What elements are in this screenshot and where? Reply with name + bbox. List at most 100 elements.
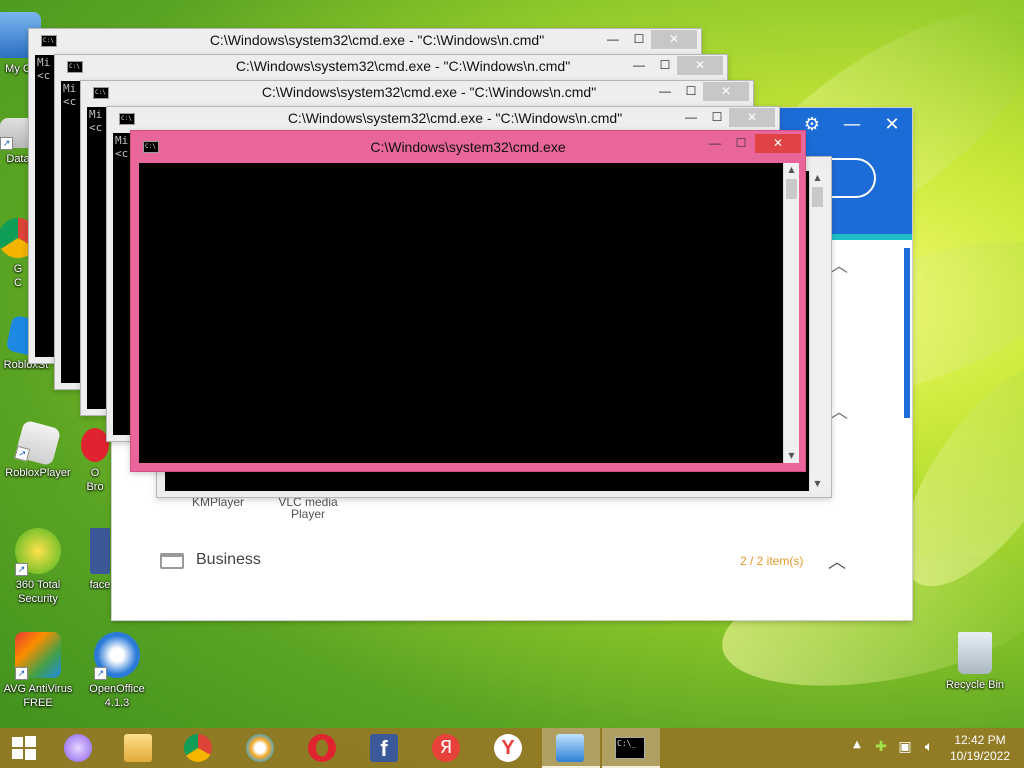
facebook-icon: f — [370, 734, 398, 762]
taskbar-chrome[interactable] — [172, 728, 224, 768]
yandex-browser-icon: Я — [432, 734, 460, 762]
taskbar: f Я Y C:\_ ▲ ✚ ▣ 🔈︎ 12:42 PM 10/19/2022 — [0, 728, 1024, 768]
desktop-icon-roblox-player[interactable]: ↗ RobloxPlayer — [0, 419, 78, 480]
chevron-up-icon[interactable]: ︿ — [830, 398, 848, 424]
desktop-icon-label: AVG AntiVirus FREE — [3, 683, 73, 709]
cmd-scrollbar[interactable]: ▲ ▼ — [809, 171, 825, 491]
shortcut-arrow-icon: ↗ — [14, 445, 31, 462]
close-button[interactable]: ✕ — [677, 56, 723, 75]
folder-icon — [124, 734, 152, 762]
app-scrollbar[interactable] — [904, 248, 910, 418]
network-icon[interactable]: ▣ — [896, 739, 914, 755]
minimize-button[interactable]: — — [601, 30, 625, 49]
desktop-icon-label: Data — [6, 153, 30, 165]
download-installer-icon — [556, 734, 584, 762]
maximize-button[interactable]: ☐ — [729, 134, 753, 153]
maximize-button[interactable]: ☐ — [679, 82, 703, 101]
cmd-console[interactable] — [139, 163, 783, 463]
start-button[interactable] — [0, 728, 52, 768]
clock-date: 10/19/2022 — [949, 749, 1011, 763]
briefcase-icon — [160, 553, 184, 569]
openoffice-icon: ↗ — [94, 632, 140, 680]
cmd-titlebar[interactable]: C:\ C:\Windows\system32\cmd.exe - "C:\Wi… — [107, 107, 779, 129]
cmd-titlebar[interactable]: C:\ C:\Windows\system32\cmd.exe - "C:\Wi… — [55, 55, 727, 77]
app-close-button[interactable]: ✕ — [872, 114, 912, 135]
app-label-vlc[interactable]: VLC media Player — [268, 496, 348, 520]
desktop-icon-avg-antivirus[interactable]: ↗ AVG AntiVirus FREE — [0, 632, 78, 710]
roblox-player-icon: ↗ — [14, 419, 62, 467]
avg-antivirus-icon: ↗ — [15, 632, 61, 680]
taskbar-360-browser[interactable] — [234, 728, 286, 768]
windows-logo-icon — [12, 736, 36, 760]
desktop-icon-label: OpenOffice 4.1.3 — [89, 683, 145, 709]
360-browser-icon — [246, 734, 274, 762]
cmd-titlebar[interactable]: C:\ C:\Windows\system32\cmd.exe - "C:\Wi… — [29, 29, 701, 51]
shortcut-arrow-icon: ↗ — [15, 563, 28, 576]
recycle-bin-icon — [958, 632, 992, 674]
desktop-icon-label: Recycle Bin — [945, 679, 1005, 691]
cmd-window-active[interactable]: C:\ C:\Windows\system32\cmd.exe — ☐ ✕ ▲ … — [130, 130, 806, 472]
cmd-console[interactable]: Mi <c — [87, 107, 107, 409]
app-minimize-button[interactable]: — — [832, 114, 872, 135]
close-button[interactable]: ✕ — [651, 30, 697, 49]
volume-icon[interactable]: 🔈︎ — [920, 739, 938, 755]
scroll-up-arrow-icon[interactable]: ▲ — [784, 163, 799, 177]
taskbar-yandex-browser[interactable]: Я — [420, 728, 472, 768]
cortana-icon — [64, 734, 92, 762]
shortcut-arrow-icon: ↗ — [94, 667, 107, 680]
yandex-icon: Y — [494, 734, 522, 762]
maximize-button[interactable]: ☐ — [627, 30, 651, 49]
minimize-button[interactable]: — — [679, 108, 703, 127]
taskbar-opera[interactable] — [296, 728, 348, 768]
close-button[interactable]: ✕ — [703, 82, 749, 101]
desktop-icon-label: O Bro — [86, 467, 104, 493]
cmd-scrollbar[interactable]: ▲ ▼ — [783, 163, 799, 463]
scroll-down-arrow-icon[interactable]: ▼ — [810, 477, 825, 491]
taskbar-command-prompt[interactable]: C:\_ — [602, 728, 660, 768]
minimize-button[interactable]: — — [653, 82, 677, 101]
maximize-button[interactable]: ☐ — [653, 56, 677, 75]
chrome-icon — [184, 734, 212, 762]
scroll-thumb[interactable] — [812, 187, 823, 207]
desktop-icon-360-total-security[interactable]: ↗ 360 Total Security — [0, 528, 78, 606]
360-security-icon: ↗ — [15, 528, 61, 576]
collapse-chevron-icon[interactable]: ︿ — [828, 548, 846, 574]
taskbar-clock[interactable]: 12:42 PM 10/19/2022 — [940, 732, 1020, 764]
cmd-titlebar[interactable]: C:\ C:\Windows\system32\cmd.exe - "C:\Wi… — [81, 81, 753, 103]
desktop-icon-label: 360 Total Security — [15, 579, 61, 605]
desktop-icon-recycle-bin[interactable]: Recycle Bin — [935, 632, 1015, 692]
desktop-icon-openoffice[interactable]: ↗ OpenOffice 4.1.3 — [77, 632, 157, 710]
cmd-console[interactable]: Mi <c — [61, 81, 81, 383]
minimize-button[interactable]: — — [627, 56, 651, 75]
facebook-icon — [90, 528, 110, 574]
cmd-titlebar[interactable]: C:\ C:\Windows\system32\cmd.exe — ☐ ✕ — [131, 131, 805, 161]
close-button[interactable]: ✕ — [729, 108, 775, 127]
desktop-icon-label: RobloxPlayer — [5, 467, 71, 479]
scroll-thumb[interactable] — [786, 179, 797, 199]
scroll-down-arrow-icon[interactable]: ▼ — [784, 449, 799, 463]
command-prompt-icon: C:\_ — [615, 737, 645, 759]
close-button[interactable]: ✕ — [755, 134, 801, 153]
section-label: Business — [196, 551, 261, 568]
opera-icon — [308, 734, 336, 762]
maximize-button[interactable]: ☐ — [705, 108, 729, 127]
cmd-console[interactable]: Mi <c — [35, 55, 55, 357]
taskbar-cortana[interactable] — [52, 728, 104, 768]
desktop-icon-label: My C — [5, 63, 31, 75]
chevron-up-icon[interactable]: ︿ — [830, 252, 848, 278]
show-hidden-icons-chevron-icon[interactable]: ▲ — [848, 739, 866, 750]
business-section-row[interactable]: Business 2 / 2 item(s) ︿ — [160, 548, 860, 578]
scroll-up-arrow-icon[interactable]: ▲ — [810, 171, 825, 185]
shortcut-arrow-icon: ↗ — [15, 667, 28, 680]
taskbar-file-explorer[interactable] — [112, 728, 164, 768]
desktop-icon-label: G C — [13, 263, 23, 289]
taskbar-yandex[interactable]: Y — [482, 728, 534, 768]
clock-time: 12:42 PM — [954, 733, 1006, 747]
minimize-button[interactable]: — — [703, 134, 727, 153]
taskbar-installer[interactable] — [542, 728, 600, 768]
360-tray-icon[interactable]: ✚ — [872, 739, 890, 755]
shortcut-arrow-icon: ↗ — [0, 137, 13, 150]
item-count: 2 / 2 item(s) — [740, 554, 804, 568]
taskbar-facebook[interactable]: f — [358, 728, 410, 768]
desktop-icon-label: face — [89, 579, 111, 591]
